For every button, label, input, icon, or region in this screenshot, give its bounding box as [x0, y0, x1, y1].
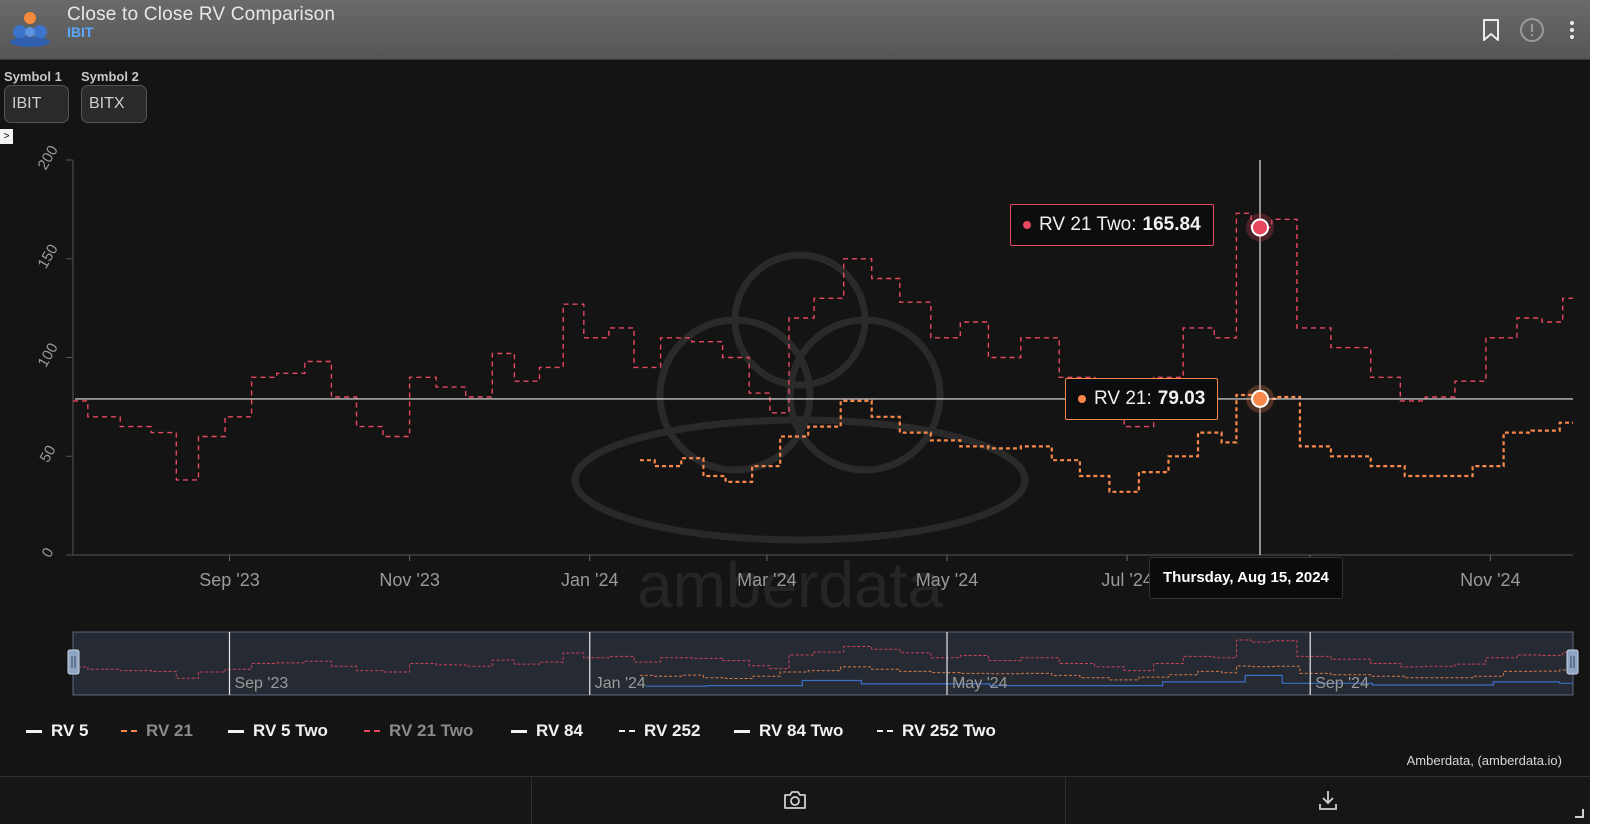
legend-swatch	[228, 729, 244, 733]
x-tick-label: Sep '23	[199, 570, 260, 590]
legend-swatch	[619, 730, 635, 732]
legend-item-rv-252[interactable]: RV 252	[619, 721, 700, 741]
legend-item-rv-84[interactable]: RV 84	[511, 721, 583, 741]
legend-label: RV 21	[146, 721, 193, 740]
legend-label: RV 252 Two	[902, 721, 996, 740]
legend-swatch	[26, 729, 42, 733]
series-dot-icon	[1023, 221, 1031, 229]
amberdata-watermark	[571, 251, 1029, 544]
rv-chart[interactable]: amberdata 050100150200 Sep '23 Nov '23 Jan…	[0, 0, 1590, 776]
legend-swatch	[121, 730, 137, 732]
navigator-handle-right[interactable]	[1566, 649, 1579, 675]
hover-marker-rv-21-two	[1251, 218, 1270, 237]
tooltip-rv21: RV 21: 79.03	[1065, 378, 1219, 420]
window-edge	[1590, 0, 1600, 824]
legend-swatch	[734, 729, 750, 733]
x-tick-label: Nov '23	[379, 570, 439, 590]
tooltip-rv21-two: RV 21 Two: 165.84	[1010, 204, 1214, 246]
x-tick-label: Jan '24	[561, 570, 618, 590]
app-window: Close to Close RV Comparison IBIT Symbol…	[0, 0, 1590, 824]
series-dot-icon	[1078, 395, 1086, 403]
legend-item-rv-21-two[interactable]: RV 21 Two	[364, 721, 473, 741]
navigator-handle-left[interactable]	[67, 649, 80, 675]
tooltip-rv21-label: RV 21:	[1094, 388, 1152, 409]
legend-label: RV 252	[644, 721, 701, 740]
series-line-rv-21-two[interactable]	[73, 212, 1573, 481]
y-tick-label: 50	[37, 443, 60, 466]
tooltip-rv21-two-label: RV 21 Two:	[1039, 214, 1137, 235]
chart-credits[interactable]: Amberdata, (amberdata.io)	[1407, 753, 1562, 768]
legend-label: RV 84 Two	[759, 721, 844, 740]
x-tick-label: May '24	[916, 570, 978, 590]
legend-item-rv-5-two[interactable]: RV 5 Two	[228, 721, 328, 741]
download-icon[interactable]	[1313, 786, 1343, 814]
hover-marker-rv-21	[1251, 389, 1270, 408]
legend-swatch	[877, 730, 893, 732]
toolbar-divider	[531, 777, 532, 824]
y-tick-label: 0	[39, 545, 58, 561]
legend-item-rv-5[interactable]: RV 5	[26, 721, 89, 741]
y-tick-label: 100	[34, 340, 61, 370]
tooltip-rv21-value: 79.03	[1157, 388, 1206, 409]
bottom-toolbar	[0, 776, 1590, 824]
y-tick-label: 200	[34, 143, 61, 173]
navigator-tick-label: Sep '24	[1315, 675, 1369, 692]
x-tick-label: Mar '24	[737, 570, 796, 590]
x-tick-label: Jul '24	[1101, 570, 1152, 590]
navigator-tick-label: Sep '23	[234, 675, 288, 692]
legend-label: RV 5	[51, 721, 89, 740]
navigator-tick-label: Jan '24	[595, 675, 646, 692]
legend-item-rv-252-two[interactable]: RV 252 Two	[877, 721, 996, 741]
legend-item-rv-84-two[interactable]: RV 84 Two	[734, 721, 843, 741]
y-tick-label: 150	[34, 241, 61, 271]
resize-grip-icon[interactable]	[1575, 809, 1584, 818]
legend-item-rv-21[interactable]: RV 21	[121, 721, 193, 741]
legend-swatch	[364, 730, 380, 732]
legend-label: RV 21 Two	[389, 721, 474, 740]
legend-label: RV 84	[536, 721, 583, 740]
legend-label: RV 5 Two	[253, 721, 328, 740]
tooltip-rv21-two-value: 165.84	[1142, 214, 1201, 235]
x-tick-label: Nov '24	[1460, 570, 1520, 590]
crosshair-date-label: Thursday, Aug 15, 2024	[1149, 557, 1343, 599]
camera-icon[interactable]	[780, 786, 810, 814]
legend-swatch	[511, 729, 527, 733]
toolbar-divider	[1065, 777, 1066, 824]
navigator-tick-label: May '24	[952, 675, 1008, 692]
